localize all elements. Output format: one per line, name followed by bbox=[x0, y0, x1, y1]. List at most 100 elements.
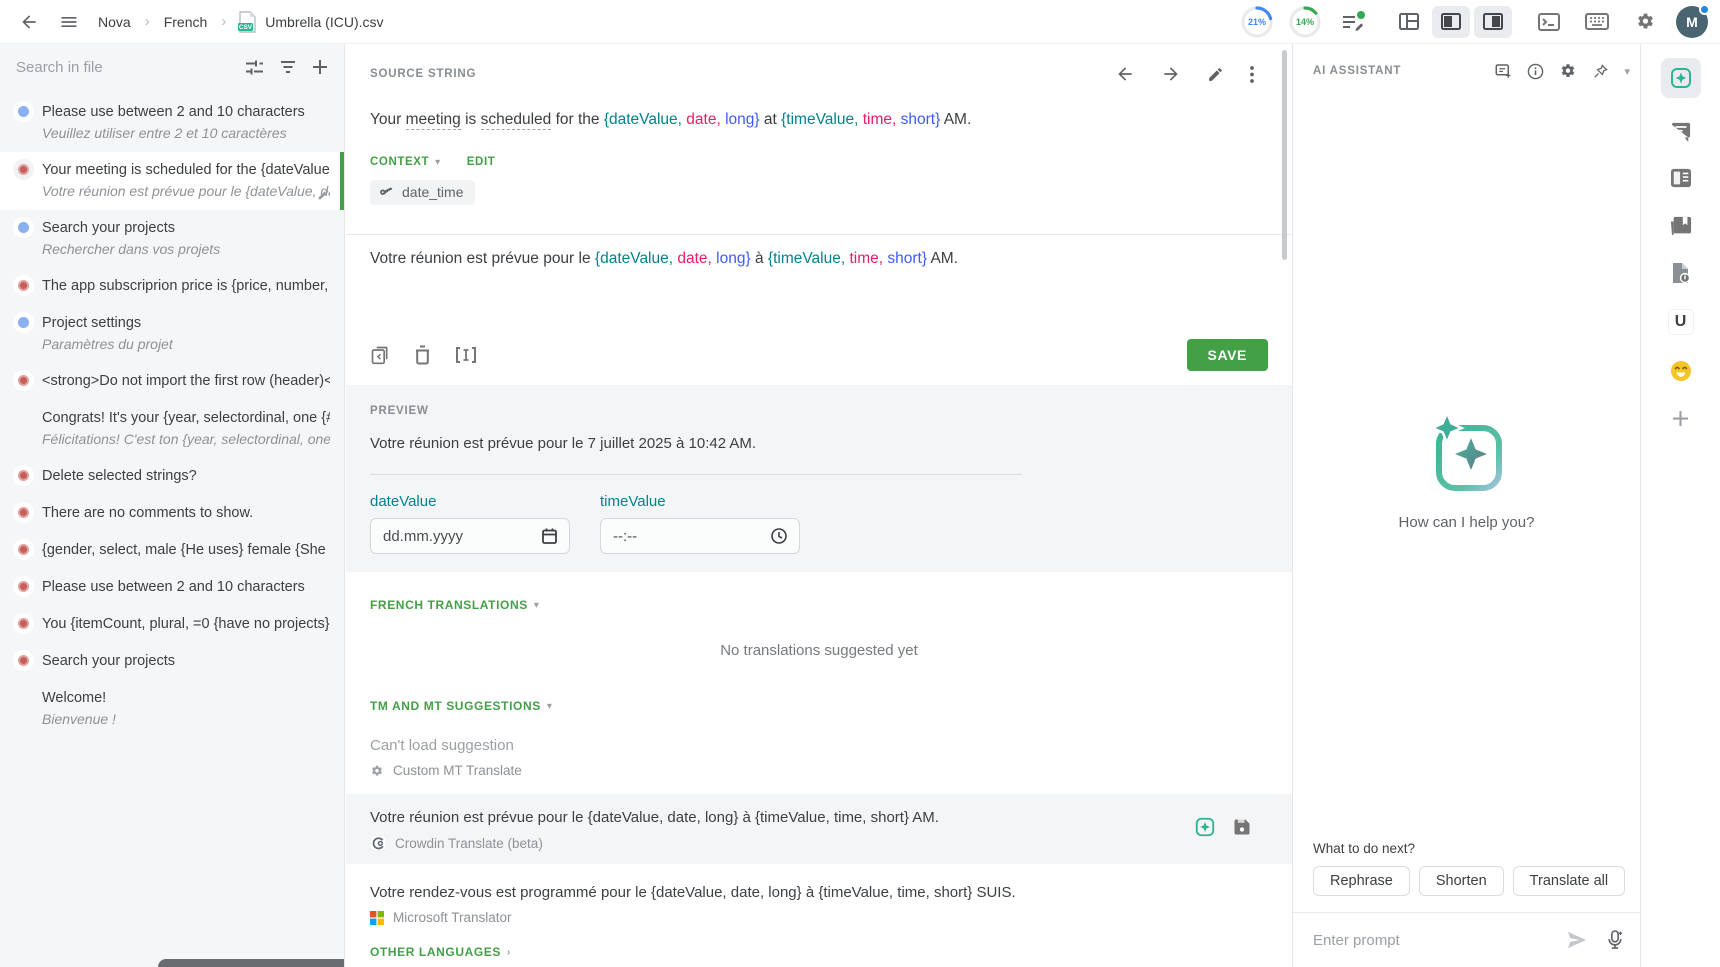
custom-app-tab[interactable]: U bbox=[1669, 310, 1693, 334]
tune-filter-icon[interactable] bbox=[245, 59, 264, 76]
approved-progress-ring[interactable]: 14% bbox=[1288, 5, 1322, 39]
previous-string-icon[interactable] bbox=[1115, 64, 1135, 84]
layout-right-panel-button[interactable] bbox=[1474, 6, 1512, 38]
string-list-item[interactable]: Please use between 2 and 10 characters V… bbox=[0, 94, 344, 152]
tm-mt-suggestions-toggle[interactable]: TM AND MT SUGGESTIONS ▾ bbox=[370, 699, 552, 713]
edit-context-button[interactable]: EDIT bbox=[467, 156, 496, 168]
translate-all-button[interactable]: Translate all bbox=[1513, 866, 1625, 896]
string-list-item[interactable]: You {itemCount, plural, =0 {have no proj… bbox=[0, 606, 344, 643]
caret-down-icon: ▾ bbox=[547, 701, 553, 712]
settings-button[interactable] bbox=[1628, 5, 1662, 39]
calendar-icon[interactable] bbox=[542, 528, 557, 544]
pin-icon[interactable] bbox=[1592, 63, 1609, 80]
more-options-icon[interactable] bbox=[1250, 66, 1254, 83]
edit-pencil-icon[interactable] bbox=[317, 188, 330, 201]
string-list-item[interactable]: Welcome! Bienvenue ! bbox=[0, 680, 344, 738]
save-button[interactable]: SAVE bbox=[1187, 339, 1269, 371]
proofread-mode-button[interactable] bbox=[1336, 5, 1370, 39]
console-button[interactable] bbox=[1532, 5, 1566, 39]
menu-button[interactable] bbox=[52, 5, 86, 39]
string-status-icon bbox=[18, 280, 29, 291]
string-list-item[interactable]: Search your projects bbox=[0, 643, 344, 680]
save-suggestion-icon[interactable] bbox=[1232, 817, 1252, 837]
back-button[interactable] bbox=[12, 5, 46, 39]
strings-list: Please use between 2 and 10 characters V… bbox=[0, 90, 344, 738]
suggestion-crowdin-row[interactable]: Votre réunion est prévue pour le {dateVa… bbox=[346, 794, 1292, 864]
select-text-icon[interactable] bbox=[455, 346, 477, 364]
string-source-text: Search your projects bbox=[42, 218, 330, 239]
date-value-input[interactable]: dd.mm.yyyy bbox=[370, 518, 570, 554]
other-languages-toggle[interactable]: OTHER LANGUAGES › bbox=[370, 945, 1268, 959]
breadcrumb-separator: › bbox=[219, 13, 228, 30]
edit-source-icon[interactable] bbox=[1207, 66, 1224, 83]
voice-input-icon[interactable] bbox=[1606, 929, 1624, 951]
next-string-icon[interactable] bbox=[1161, 64, 1181, 84]
context-panel-tab[interactable] bbox=[1670, 168, 1692, 188]
layout-left-panel-button[interactable] bbox=[1432, 6, 1470, 38]
send-icon[interactable] bbox=[1566, 930, 1588, 950]
context-dropdown[interactable]: CONTEXT ▾ bbox=[370, 156, 441, 168]
suggestion-microsoft-row[interactable]: Votre rendez-vous est programmé pour le … bbox=[346, 884, 1292, 925]
translated-progress-ring[interactable]: 21% bbox=[1240, 5, 1274, 39]
string-list-item[interactable]: <strong>Do not import the first row (hea… bbox=[0, 363, 344, 400]
suggestion-error-text: Can't load suggestion bbox=[370, 737, 1268, 754]
breadcrumb-file[interactable]: CSV Umbrella (ICU).csv bbox=[234, 11, 389, 33]
string-list-item[interactable]: Delete selected strings? bbox=[0, 458, 344, 495]
gear-icon[interactable] bbox=[1559, 62, 1577, 80]
layout-split-view-button[interactable] bbox=[1390, 6, 1428, 38]
suggestion-text[interactable]: Votre réunion est prévue pour le {dateVa… bbox=[370, 809, 1268, 826]
string-list-item[interactable]: Congrats! It's your {year, selectordinal… bbox=[0, 400, 344, 458]
new-prompt-icon[interactable] bbox=[1494, 62, 1512, 80]
csv-file-icon: CSV bbox=[238, 11, 257, 33]
comments-tab[interactable] bbox=[1670, 122, 1692, 142]
chevron-right-icon: › bbox=[507, 947, 511, 958]
string-list-item[interactable]: The app subscriprion price is {price, nu… bbox=[0, 268, 344, 305]
suggestion-provider: Microsoft Translator bbox=[393, 910, 512, 925]
clear-translation-icon[interactable] bbox=[414, 345, 431, 365]
avatar[interactable]: M bbox=[1676, 6, 1708, 38]
string-list-item[interactable]: There are no comments to show. bbox=[0, 495, 344, 532]
string-translation-text: Rechercher dans vos projets bbox=[42, 239, 330, 260]
breadcrumb-separator: › bbox=[143, 13, 152, 30]
clock-icon[interactable] bbox=[771, 528, 787, 544]
glossary-tab[interactable] bbox=[1670, 216, 1692, 238]
online-status-dot bbox=[1699, 4, 1710, 15]
string-list-item[interactable]: Please use between 2 and 10 characters bbox=[0, 569, 344, 606]
breadcrumb-project[interactable]: Nova bbox=[92, 14, 137, 30]
string-list-item[interactable]: Search your projects Rechercher dans vos… bbox=[0, 210, 344, 268]
string-identifier-tag[interactable]: date_time bbox=[370, 180, 475, 205]
translation-input[interactable]: Votre réunion est prévue pour le {dateVa… bbox=[346, 235, 1292, 339]
divider bbox=[370, 474, 1022, 475]
gear-icon bbox=[370, 764, 384, 778]
copy-source-icon[interactable] bbox=[370, 345, 390, 365]
add-app-button[interactable] bbox=[1672, 410, 1689, 427]
ai-refine-icon[interactable] bbox=[1194, 816, 1216, 838]
translation-editor: SOURCE STRING Your meeting is scheduled … bbox=[346, 44, 1292, 967]
collapse-panel-icon[interactable]: ▾ bbox=[1624, 65, 1630, 78]
string-list-item[interactable]: Project settings Paramètres du projet bbox=[0, 305, 344, 363]
breadcrumb-language[interactable]: French bbox=[158, 14, 214, 30]
editor-scrollbar[interactable] bbox=[1282, 50, 1287, 260]
string-identifier: date_time bbox=[402, 184, 463, 200]
info-icon[interactable] bbox=[1527, 63, 1544, 80]
string-list-item[interactable]: Your meeting is scheduled for the {dateV… bbox=[0, 152, 344, 210]
shorten-button[interactable]: Shorten bbox=[1419, 866, 1504, 896]
suggestion-text[interactable]: Votre rendez-vous est programmé pour le … bbox=[370, 884, 1268, 901]
emoji-app-tab[interactable] bbox=[1670, 360, 1692, 382]
prompt-input[interactable]: Enter prompt bbox=[1313, 932, 1548, 949]
rephrase-button[interactable]: Rephrase bbox=[1313, 866, 1410, 896]
right-toolbar-rail: U bbox=[1640, 44, 1720, 967]
string-source-text: Search your projects bbox=[42, 651, 330, 672]
string-status-icon bbox=[18, 164, 29, 175]
shortcuts-button[interactable] bbox=[1580, 5, 1614, 39]
no-translations-message: No translations suggested yet bbox=[346, 642, 1292, 659]
ai-assistant-tab[interactable] bbox=[1661, 58, 1701, 98]
filter-icon[interactable] bbox=[280, 60, 296, 74]
string-list-item[interactable]: {gender, select, male {He uses} female {… bbox=[0, 532, 344, 569]
french-translations-toggle[interactable]: FRENCH TRANSLATIONS ▾ bbox=[370, 598, 539, 612]
search-input[interactable]: Search in file bbox=[16, 59, 229, 76]
suggestion-provider: Crowdin Translate (beta) bbox=[395, 836, 543, 851]
time-value-input[interactable]: --:-- bbox=[600, 518, 800, 554]
add-string-icon[interactable] bbox=[312, 59, 328, 75]
file-info-tab[interactable] bbox=[1671, 262, 1691, 284]
